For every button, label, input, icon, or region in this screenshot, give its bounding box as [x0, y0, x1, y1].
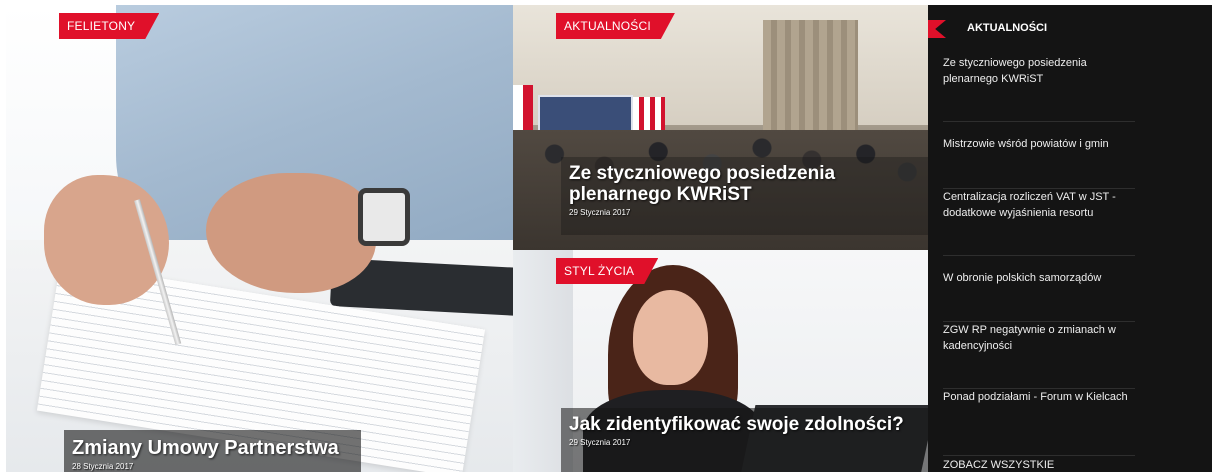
article-date: 29 Stycznia 2017 — [569, 438, 631, 447]
article-title[interactable]: Zmiany Umowy Partnerstwa — [72, 436, 353, 459]
article-title[interactable]: Ze stycznioweg⁠o posiedzenia plenarnego … — [569, 163, 920, 205]
sidebar-news-item-label: Ze styczniowego posiedzenia plenarnego K… — [943, 57, 1087, 85]
article-caption: Jak zidentyfikować swoje zdolności? 29 S… — [561, 408, 928, 472]
article-date: 28 Stycznia 2017 — [72, 462, 134, 471]
featured-article-feuilleton[interactable]: FELIETONY Zmiany Umowy Partnerstwa 28 St… — [6, 5, 513, 472]
featured-article-news[interactable]: AKTUALNOŚCI Ze stycznioweg⁠o posiedzenia… — [513, 5, 928, 250]
sidebar-news-item-label: ZGW RP negatywnie o zmianach w kadencyjn… — [943, 324, 1116, 352]
sidebar-header: AKTUALNOŚCI — [928, 19, 1128, 39]
red-marker-icon — [928, 20, 946, 38]
sidebar-news-item-label: Centralizacja rozliczeń VAT w JST - doda… — [943, 191, 1116, 219]
article-title[interactable]: Jak zidentyfikować swoje zdolności? — [569, 414, 920, 435]
featured-article-lifestyle[interactable]: STYL ŻYCIA Jak zidentyfikować swoje zdol… — [513, 250, 928, 472]
see-all-link[interactable]: ZOBACZ WSZYSTKIE — [943, 459, 1054, 471]
sidebar-news-item[interactable]: ZGW RP negatywnie o zmianach w kadencyjn… — [943, 322, 1135, 389]
sidebar-news-item[interactable]: Mistrzowie wśród powiatów i gmin — [943, 122, 1135, 189]
article-date: 29 Stycznia 2017 — [569, 208, 631, 217]
sidebar-news-item[interactable]: Ze styczniowego posiedzenia plenarnego K… — [943, 55, 1135, 122]
article-caption: Ze stycznioweg⁠o posiedzenia plenarnego … — [561, 157, 928, 235]
sidebar-news-item-label: W obronie polskich samorządów — [943, 272, 1102, 284]
news-sidebar: AKTUALNOŚCI Ze styczniowego posiedzenia … — [928, 5, 1212, 472]
sidebar-news-item[interactable]: Centralizacja rozliczeń VAT w JST - doda… — [943, 189, 1135, 256]
sidebar-news-item-label: Mistrzowie wśród powiatów i gmin — [943, 138, 1109, 150]
sidebar-news-item[interactable]: Ponad podziałami - Forum w Kielcach — [943, 389, 1135, 456]
sidebar-news-list: Ze styczniowego posiedzenia plenarnego K… — [943, 55, 1135, 456]
sidebar-news-item[interactable]: W obronie polskich samorządów — [943, 256, 1135, 322]
category-label[interactable]: AKTUALNOŚCI — [556, 13, 675, 39]
category-label[interactable]: FELIETONY — [59, 13, 159, 39]
category-label[interactable]: STYL ŻYCIA — [556, 258, 658, 284]
article-caption: Zmiany Umowy Partnerstwa 28 Stycznia 201… — [64, 430, 361, 472]
sidebar-news-item-label: Ponad podziałami - Forum w Kielcach — [943, 391, 1128, 403]
sidebar-title: AKTUALNOŚCI — [967, 22, 1048, 34]
article-image-desk — [6, 5, 513, 472]
